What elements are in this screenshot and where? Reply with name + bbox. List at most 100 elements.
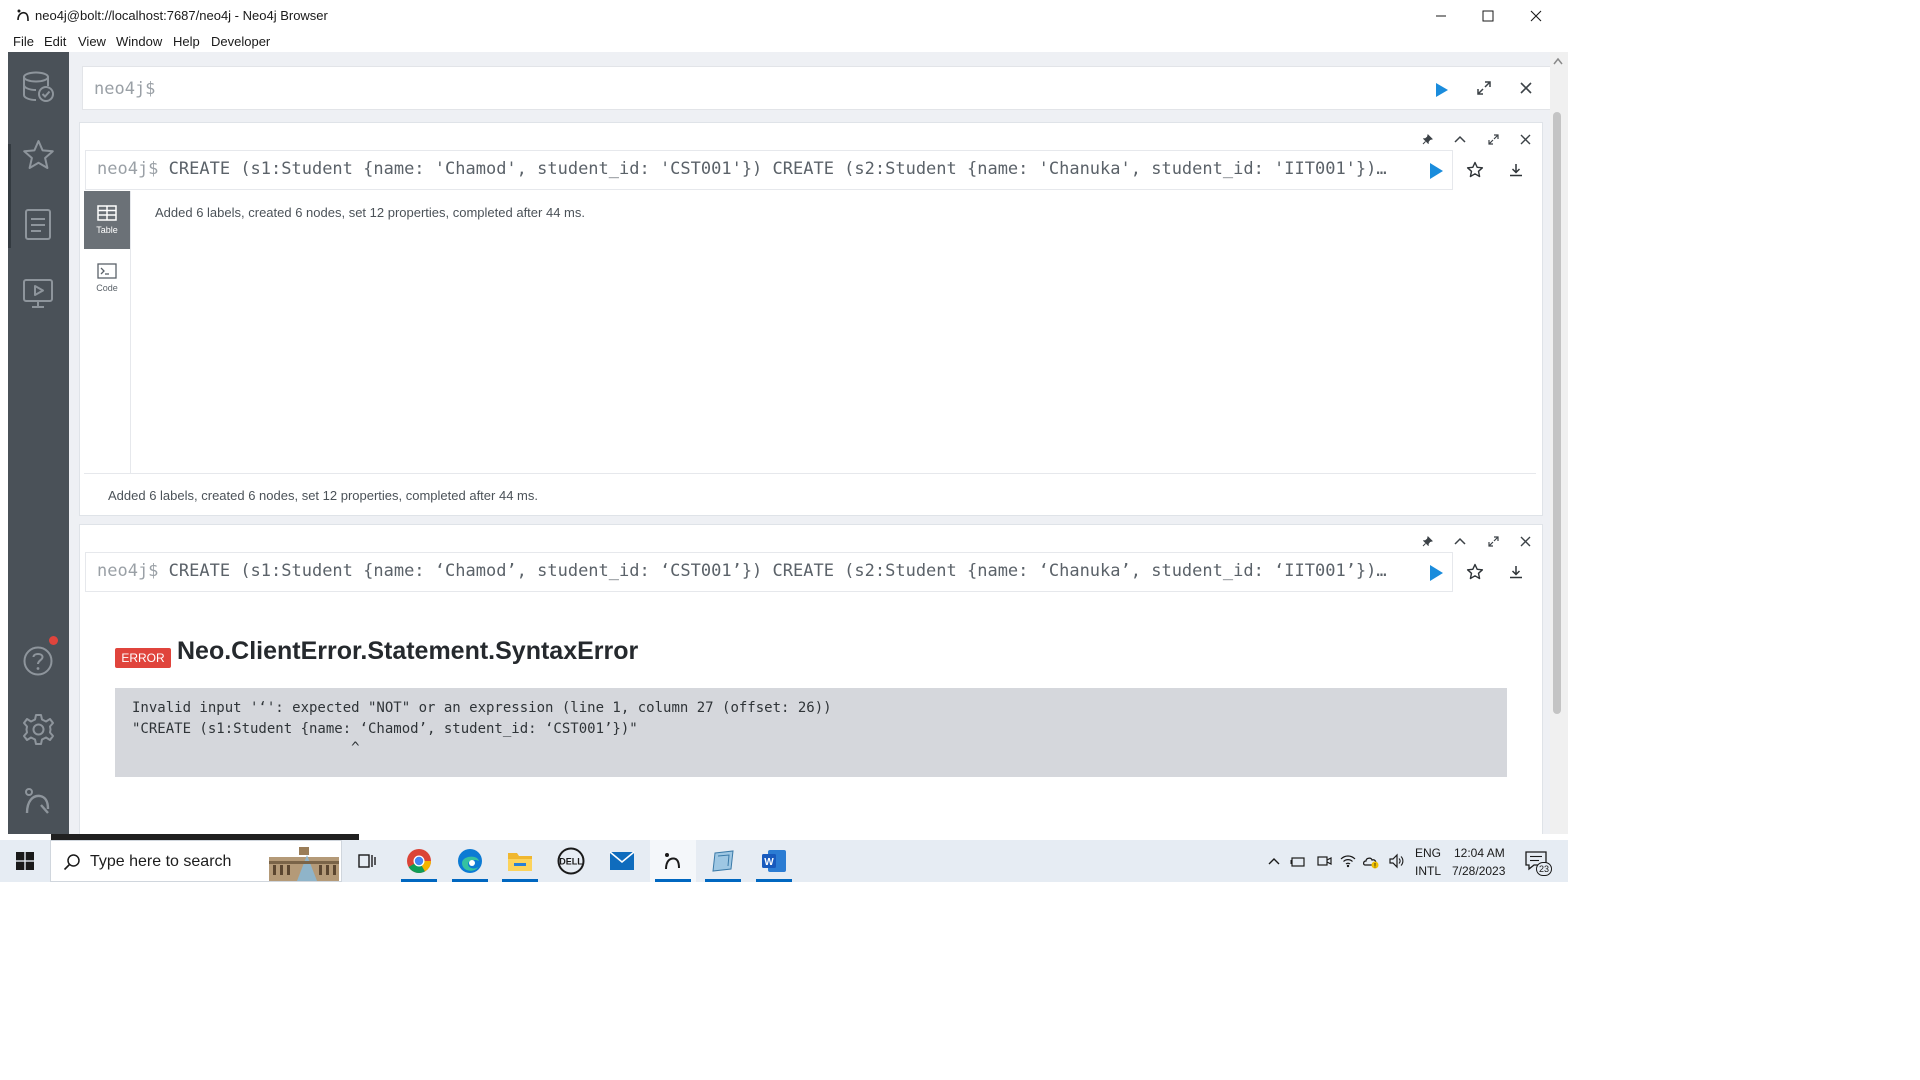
main-stream: neo4j$ neo4j$ CREATE (s1:Student {name: … (69, 52, 1550, 834)
pin-button[interactable] (1419, 533, 1435, 549)
search-highlight-image (269, 847, 339, 881)
menu-help[interactable]: Help (173, 34, 200, 49)
taskbar-edge[interactable] (447, 840, 493, 882)
chrome-icon (407, 849, 431, 874)
documents-icon[interactable] (21, 207, 56, 242)
frame-command-bar[interactable]: neo4j$ CREATE (s1:Student {name: ‘Chamod… (85, 552, 1453, 592)
taskbar-word[interactable]: W (751, 840, 797, 882)
running-indicator (756, 879, 792, 882)
sidebar-active-indicator (8, 144, 11, 248)
taskbar-chrome[interactable] (396, 840, 442, 882)
taskbar-dell[interactable]: DELL (548, 840, 594, 882)
minimize-button[interactable] (1418, 0, 1464, 31)
favorite-star-icon[interactable] (1466, 161, 1484, 179)
svg-text:W: W (764, 857, 774, 868)
expand-icon (1487, 133, 1499, 145)
close-frame-button[interactable] (1517, 131, 1533, 147)
pin-icon (1422, 133, 1433, 144)
error-details: Invalid input '‘': expected "NOT" or an … (115, 688, 1507, 777)
tab-table[interactable]: Table (84, 191, 130, 249)
task-view-icon (358, 854, 376, 868)
onedrive-warning-icon[interactable]: ! (1363, 853, 1379, 869)
frame-command: neo4j$ CREATE (s1:Student {name: ‘Chamod… (97, 561, 1387, 581)
tab-code-label: Code (96, 283, 118, 293)
taskbar-app-blue[interactable] (700, 840, 746, 882)
tab-code[interactable]: Code (84, 249, 130, 307)
collapse-button[interactable] (1452, 131, 1468, 147)
help-button[interactable] (21, 636, 58, 678)
close-icon (1520, 536, 1530, 546)
close-editor-icon[interactable] (1519, 81, 1533, 95)
menu-developer[interactable]: Developer (211, 34, 270, 49)
wifi-icon[interactable] (1340, 853, 1356, 869)
mail-icon (609, 851, 635, 870)
taskbar-search[interactable]: Type here to search (50, 840, 342, 882)
clock-date[interactable]: 7/28/2023 (1452, 864, 1505, 878)
rerun-icon[interactable] (1428, 564, 1444, 582)
menu-window[interactable]: Window (116, 34, 162, 49)
run-icon[interactable] (1435, 82, 1449, 98)
settings-gear-icon[interactable] (21, 712, 56, 747)
editor-prompt[interactable]: neo4j$ (94, 79, 155, 99)
collapse-button[interactable] (1452, 533, 1468, 549)
network-device-icon[interactable] (1290, 853, 1306, 869)
editor-bar[interactable]: neo4j$ (82, 66, 1550, 110)
help-icon (23, 646, 53, 676)
taskbar-neo4j-browser[interactable] (650, 840, 696, 882)
word-icon: W (762, 850, 786, 872)
maximize-icon (1482, 10, 1494, 21)
task-view-button[interactable] (344, 840, 390, 882)
database-icon[interactable] (21, 69, 56, 104)
title-bar: neo4j@bolt://localhost:7687/neo4j - Neo4… (0, 0, 1568, 31)
fullscreen-editor-icon[interactable] (1477, 81, 1491, 95)
svg-text:!: ! (1374, 864, 1376, 870)
neo4j-logo-icon[interactable] (21, 783, 56, 818)
running-indicator (655, 879, 691, 882)
notification-count-badge: 23 (1536, 862, 1552, 876)
minimize-icon (1436, 15, 1446, 16)
download-icon[interactable] (1508, 564, 1524, 580)
result-message: Added 6 labels, created 6 nodes, set 12 … (155, 205, 585, 220)
pin-icon (1422, 535, 1433, 546)
frame-command-bar[interactable]: neo4j$ CREATE (s1:Student {name: 'Chamod… (85, 150, 1453, 190)
running-indicator (452, 879, 488, 882)
taskbar: Type here to search DELL W ! ENG INTL 12… (0, 840, 1568, 882)
guides-monitor-icon[interactable] (21, 276, 56, 311)
keyboard-layout-indicator[interactable]: INTL (1415, 864, 1441, 878)
close-frame-button[interactable] (1517, 533, 1533, 549)
show-hidden-icons-chevron-icon[interactable] (1266, 853, 1282, 869)
frame-prompt: neo4j$ (97, 159, 159, 179)
taskbar-file-explorer[interactable] (497, 840, 543, 882)
download-icon[interactable] (1508, 162, 1524, 178)
scroll-up-icon[interactable] (1552, 56, 1564, 66)
folder-icon (508, 853, 532, 871)
favorites-star-icon[interactable] (21, 138, 56, 173)
menu-file[interactable]: File (13, 34, 34, 49)
meet-camera-icon[interactable] (1316, 853, 1332, 869)
expand-icon (1487, 535, 1499, 547)
scrollbar-thumb[interactable] (1553, 112, 1561, 714)
notification-dot (49, 636, 58, 645)
fullscreen-frame-button[interactable] (1485, 131, 1501, 147)
fullscreen-frame-button[interactable] (1485, 533, 1501, 549)
volume-icon[interactable] (1388, 853, 1404, 869)
close-window-button[interactable] (1513, 0, 1559, 31)
sidebar (8, 52, 69, 834)
pin-button[interactable] (1419, 131, 1435, 147)
windows-start-icon (16, 852, 34, 870)
favorite-star-icon[interactable] (1466, 563, 1484, 581)
svg-text:DELL: DELL (559, 857, 583, 867)
clock-time[interactable]: 12:04 AM (1454, 846, 1505, 860)
menu-view[interactable]: View (78, 34, 106, 49)
error-caret: ^ (132, 740, 360, 756)
frame-status-text: Added 6 labels, created 6 nodes, set 12 … (108, 488, 538, 503)
search-placeholder: Type here to search (90, 853, 232, 870)
menu-edit[interactable]: Edit (44, 34, 66, 49)
rerun-icon[interactable] (1428, 162, 1444, 180)
taskbar-mail[interactable] (599, 840, 645, 882)
close-icon (1520, 134, 1530, 144)
app-window-icon (712, 850, 734, 872)
maximize-button[interactable] (1465, 0, 1511, 31)
language-indicator[interactable]: ENG (1415, 846, 1441, 860)
start-button[interactable] (2, 840, 48, 882)
